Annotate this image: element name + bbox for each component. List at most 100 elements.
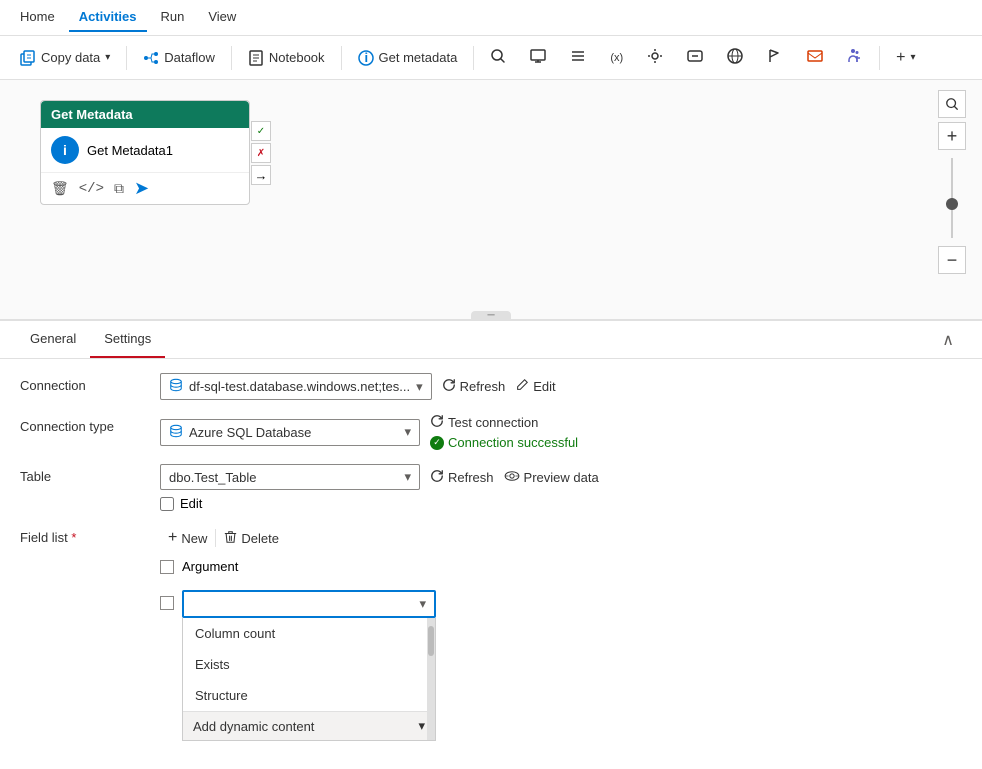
copy-data-dropdown-arrow: ▾ <box>105 52 110 63</box>
field-list-row: Field list * + New <box>20 525 962 741</box>
settings-icon <box>647 48 663 67</box>
menu-home[interactable]: Home <box>10 3 65 32</box>
param-button[interactable] <box>677 43 713 72</box>
argument-dropdown[interactable]: ▾ <box>182 590 436 618</box>
refresh-connection-btn[interactable]: Refresh <box>442 378 506 395</box>
dataflow-icon <box>143 50 159 66</box>
scrollbar-thumb[interactable] <box>428 626 434 656</box>
mail-icon <box>807 48 823 67</box>
preview-data-btn[interactable]: Preview data <box>504 470 599 485</box>
flag-icon <box>767 48 783 67</box>
argument-select-all-checkbox[interactable] <box>160 560 174 574</box>
refresh-table-icon <box>430 469 444 486</box>
zoom-slider-track[interactable] <box>951 158 953 238</box>
delete-node-icon[interactable]: 🗑 <box>51 180 69 197</box>
copy-node-icon[interactable]: ⧉ <box>114 180 124 197</box>
success-branch-btn[interactable]: ✓ <box>251 121 271 141</box>
notebook-icon <box>248 50 264 66</box>
add-dynamic-arrow: ▾ <box>418 718 425 734</box>
zoom-out-btn[interactable]: − <box>938 246 966 274</box>
toolbar-divider-3 <box>341 46 342 70</box>
go-icon[interactable]: ➤ <box>134 178 149 199</box>
scrollbar-track[interactable] <box>427 618 435 740</box>
zoom-slider-thumb[interactable] <box>946 198 958 210</box>
monitor-button[interactable] <box>520 43 556 72</box>
panel-collapse-btn[interactable]: ∧ <box>930 322 966 358</box>
teams-button[interactable] <box>837 43 873 72</box>
activity-footer[interactable]: 🗑 </> ⧉ ➤ <box>41 173 249 204</box>
node-side-buttons: ✓ ✗ → <box>251 121 271 185</box>
add-more-button[interactable]: + ▾ <box>886 44 925 72</box>
argument-label: Argument <box>182 559 238 574</box>
edit-connection-btn[interactable]: Edit <box>515 378 555 395</box>
variable-icon: (x) <box>610 52 623 64</box>
mail-button[interactable] <box>797 43 833 72</box>
add-more-arrow: ▾ <box>910 52 915 63</box>
notebook-button[interactable]: Notebook <box>238 45 335 71</box>
search-toolbar-icon <box>490 48 506 67</box>
flag-button[interactable] <box>757 43 793 72</box>
connection-label: Connection <box>20 373 140 393</box>
connection-select[interactable]: df-sql-test.database.windows.net;tes... … <box>160 373 432 400</box>
menu-activities[interactable]: Activities <box>69 3 147 32</box>
arrow-btn[interactable]: → <box>251 165 271 185</box>
list-button[interactable] <box>560 43 596 72</box>
plus-new-icon: + <box>168 529 177 547</box>
dropdown-list: Column count Exists Structure Add dynami… <box>182 618 436 741</box>
fail-branch-btn[interactable]: ✗ <box>251 143 271 163</box>
dropdown-container: ▾ Column count Exists Structure <box>182 590 436 741</box>
new-button[interactable]: + New <box>160 525 215 551</box>
main-canvas: Get Metadata i Get Metadata1 🗑 </> ⧉ ➤ ✓… <box>0 80 982 320</box>
tab-general[interactable]: General <box>16 321 90 358</box>
tab-bar: General Settings ∧ <box>0 321 982 359</box>
refresh-table-btn[interactable]: Refresh <box>430 469 494 486</box>
field-list-controls: + New Delete <box>160 525 962 741</box>
edit-table-row: Edit <box>160 496 599 511</box>
edit-table-checkbox[interactable] <box>160 497 174 511</box>
globe-button[interactable] <box>717 43 753 72</box>
connection-type-select[interactable]: Azure SQL Database ▾ <box>160 419 420 446</box>
item-checkbox[interactable] <box>160 596 174 610</box>
dropdown-arrow-icon: ▾ <box>419 596 426 612</box>
zoom-search-btn[interactable] <box>938 90 966 118</box>
activity-node: Get Metadata i Get Metadata1 🗑 </> ⧉ ➤ ✓… <box>40 100 250 205</box>
connection-success-msg: ✓ Connection successful <box>430 435 578 450</box>
tab-settings[interactable]: Settings <box>90 321 165 358</box>
delete-button[interactable]: Delete <box>216 526 287 551</box>
plus-icon: + <box>896 49 905 67</box>
code-icon[interactable]: </> <box>79 181 104 197</box>
activity-body: i Get Metadata1 <box>41 128 249 173</box>
add-dynamic-content-btn[interactable]: Add dynamic content ▾ <box>183 711 435 740</box>
menu-view[interactable]: View <box>198 3 246 32</box>
variable-button[interactable]: (x) <box>600 47 633 69</box>
get-metadata-button[interactable]: i Get metadata <box>348 45 468 71</box>
get-metadata-icon: i <box>358 50 374 66</box>
table-value: dbo.Test_Table <box>169 470 256 485</box>
table-select[interactable]: dbo.Test_Table ▾ <box>160 464 420 490</box>
canvas-collapse-btn[interactable]: ─ <box>471 311 511 319</box>
dropdown-input[interactable]: ▾ <box>184 592 434 616</box>
dataflow-button[interactable]: Dataflow <box>133 45 225 71</box>
copy-data-button[interactable]: Copy data ▾ <box>10 45 120 71</box>
menu-run[interactable]: Run <box>151 3 195 32</box>
new-delete-bar: + New Delete <box>160 525 962 551</box>
activity-type-icon: i <box>51 136 79 164</box>
dropdown-item-column-count[interactable]: Column count <box>183 618 435 649</box>
toolbar-divider-5 <box>879 46 880 70</box>
preview-data-icon <box>504 470 520 485</box>
test-connection-btn[interactable]: Test connection <box>430 414 578 431</box>
activity-body-label: Get Metadata1 <box>87 143 173 158</box>
toolbar-divider-1 <box>126 46 127 70</box>
activity-header: Get Metadata <box>41 101 249 128</box>
dropdown-item-structure[interactable]: Structure <box>183 680 435 711</box>
zoom-in-btn[interactable]: + <box>938 122 966 150</box>
settings-button[interactable] <box>637 43 673 72</box>
dropdown-item-exists[interactable]: Exists <box>183 649 435 680</box>
success-icon: ✓ <box>430 436 444 450</box>
connection-type-controls: Azure SQL Database ▾ Test connection <box>160 414 962 450</box>
test-connection-area: Test connection ✓ Connection successful <box>430 414 578 450</box>
form-area: Connection df-sql-test.database.windows.… <box>0 359 982 769</box>
field-list-label: Field list * <box>20 525 140 545</box>
toolbar-divider-4 <box>473 46 474 70</box>
search-toolbar-button[interactable] <box>480 43 516 72</box>
